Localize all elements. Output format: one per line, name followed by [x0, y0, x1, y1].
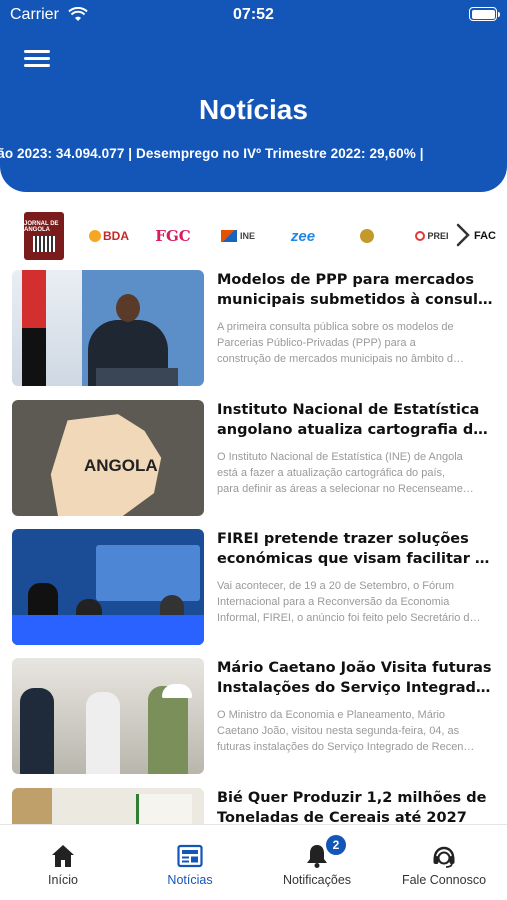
partner-logo-bda[interactable]: BDA — [86, 216, 132, 256]
menu-button[interactable] — [24, 48, 52, 70]
tab-label: Fale Connosco — [401, 873, 487, 887]
partners-carousel[interactable]: JORNAL DE ANGOLA BDA FGC INE zee PREI FA… — [0, 210, 507, 262]
ticker-text: População 2023: 34.094.077 | Desemprego … — [0, 146, 424, 161]
tab-label: Início — [48, 873, 78, 887]
angola-flag-graphic — [22, 270, 46, 386]
seal-icon — [359, 229, 374, 243]
news-image — [12, 788, 204, 824]
partner-logo-zee[interactable]: zee — [280, 216, 326, 256]
news-item[interactable]: FIREI pretende trazer soluções económica… — [0, 529, 507, 647]
headset-icon — [433, 846, 455, 868]
chevron-right-icon[interactable] — [454, 222, 472, 248]
news-summary: A primeira consulta pública sobre os mod… — [217, 321, 465, 365]
news-title: Instituto Nacional de Estatística angola… — [217, 402, 497, 438]
notification-badge: 2 — [326, 835, 346, 855]
partner-logo-fac[interactable]: FAC — [474, 216, 507, 256]
menu-icon — [24, 50, 50, 53]
prei-ring-icon — [415, 231, 426, 241]
battery-icon — [469, 7, 500, 21]
news-list[interactable]: Modelos de PPP para mercados municipais … — [0, 270, 507, 824]
tab-inicio[interactable]: Início — [0, 825, 126, 900]
news-title: FIREI pretende trazer soluções económica… — [217, 531, 497, 567]
news-item[interactable]: ANGOLA Instituto Nacional de Estatística… — [0, 400, 507, 518]
clock: 07:52 — [233, 6, 274, 23]
app-header: Carrier 07:52 Notícias População 2023: 3… — [0, 0, 507, 192]
news-summary: O Instituto Nacional de Estatística (INE… — [217, 451, 474, 495]
partner-logo-ine[interactable]: INE — [214, 216, 262, 256]
bottom-navigation: Início Notícias 2 Notificações Fale Conn… — [0, 824, 507, 900]
bda-sun-icon — [89, 230, 101, 242]
ine-mark-icon — [220, 230, 237, 242]
tab-label: Notícias — [167, 873, 213, 887]
newspaper-icon — [177, 844, 203, 868]
news-ticker: População 2023: 34.094.077 | Desemprego … — [0, 146, 507, 166]
tab-label: Notificações — [282, 873, 352, 887]
tab-noticias[interactable]: Notícias — [127, 825, 253, 900]
partner-logo-jornal-angola[interactable]: JORNAL DE ANGOLA — [24, 212, 64, 260]
tab-fale-connosco[interactable]: Fale Connosco — [381, 825, 507, 900]
news-summary: Vai acontecer, de 19 a 20 de Setembro, o… — [217, 580, 481, 624]
map-label: ANGOLA — [84, 456, 158, 475]
page-title: Notícias — [199, 94, 308, 125]
news-image — [12, 270, 204, 386]
status-bar: Carrier 07:52 — [0, 0, 507, 32]
home-icon — [52, 845, 74, 867]
news-image — [12, 529, 204, 645]
partner-logo-angola-seal[interactable] — [344, 216, 392, 256]
news-item[interactable]: Bié Quer Produzir 1,2 milhões de Tonelad… — [0, 788, 507, 824]
qr-code-icon — [33, 235, 55, 252]
partner-logo-prei[interactable]: PREI — [410, 216, 454, 256]
partner-logo-fgc[interactable]: FGC — [152, 216, 194, 256]
news-image — [12, 658, 204, 774]
news-title: Bié Quer Produzir 1,2 milhões de Tonelad… — [217, 790, 487, 824]
news-title: Modelos de PPP para mercados municipais … — [217, 272, 497, 308]
news-item[interactable]: Mário Caetano João Visita futuras Instal… — [0, 658, 507, 776]
news-summary: O Ministro da Economia e Planeamento, Má… — [217, 709, 475, 753]
news-image: ANGOLA — [12, 400, 204, 516]
tab-notificacoes[interactable]: 2 Notificações — [254, 825, 380, 900]
news-title: Mário Caetano João Visita futuras Instal… — [217, 660, 497, 696]
news-item[interactable]: Modelos de PPP para mercados municipais … — [0, 270, 507, 388]
